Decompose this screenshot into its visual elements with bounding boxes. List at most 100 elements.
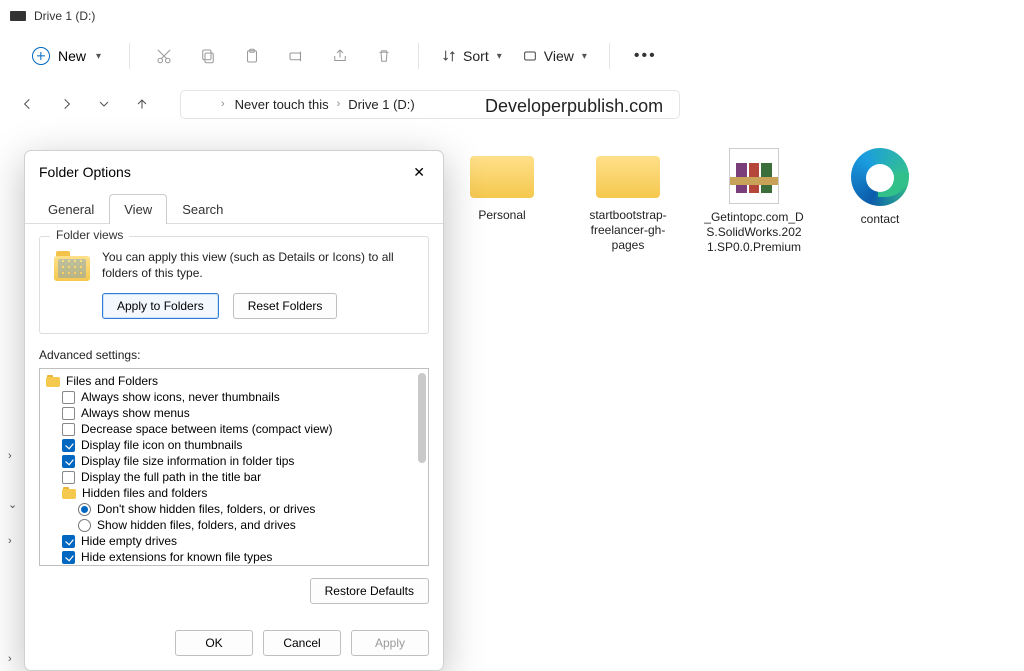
chevron-right-icon: › — [337, 98, 341, 110]
toolbar: New ▾ Sort ▾ View ▾ ••• — [0, 32, 1024, 80]
item-label: Personal — [452, 208, 552, 223]
option-always-menus[interactable]: Always show menus — [44, 405, 422, 421]
option-hide-merge-conflicts[interactable]: Hide folder merge conflicts — [44, 565, 422, 566]
titlebar: Drive 1 (D:) — [0, 0, 1024, 32]
cut-button[interactable] — [144, 38, 184, 74]
chevron-right-icon[interactable]: › — [8, 535, 17, 547]
tab-general[interactable]: General — [33, 194, 109, 224]
option-hide-extensions[interactable]: Hide extensions for known file types — [44, 549, 422, 565]
plus-icon — [32, 47, 50, 65]
sidebar-chevrons: › ⌄ › › — [8, 450, 17, 665]
close-button[interactable]: ✕ — [409, 161, 429, 183]
view-label: View — [544, 48, 574, 64]
new-button[interactable]: New ▾ — [18, 41, 115, 71]
radio-icon[interactable] — [78, 519, 91, 532]
item-label: _Getintopc.com_DS.SolidWorks.2021.SP0.0.… — [704, 210, 804, 255]
group-legend: Folder views — [50, 228, 129, 242]
view-button[interactable]: View ▾ — [514, 42, 595, 70]
breadcrumb: Never touch this › Drive 1 (D:) — [235, 97, 415, 112]
option-always-icons[interactable]: Always show icons, never thumbnails — [44, 389, 422, 405]
option-full-path-title[interactable]: Display the full path in the title bar — [44, 469, 422, 485]
folder-icon — [46, 375, 60, 387]
option-file-icon-thumb[interactable]: Display file icon on thumbnails — [44, 437, 422, 453]
dialog-tabs: General View Search — [25, 193, 443, 223]
checkbox-icon[interactable] — [62, 439, 75, 452]
breadcrumb-part[interactable]: Drive 1 (D:) — [348, 97, 414, 112]
folder-views-icon — [54, 251, 90, 281]
option-compact-view[interactable]: Decrease space between items (compact vi… — [44, 421, 422, 437]
restore-defaults-button[interactable]: Restore Defaults — [310, 578, 429, 604]
rename-button[interactable] — [276, 38, 316, 74]
ok-button[interactable]: OK — [175, 630, 253, 656]
scrollbar-thumb[interactable] — [418, 373, 426, 463]
radio-dont-show-hidden[interactable]: Don't show hidden files, folders, or dri… — [44, 501, 422, 517]
radio-icon[interactable] — [78, 503, 91, 516]
tree-label: Hidden files and folders — [82, 486, 207, 500]
paste-button[interactable] — [232, 38, 272, 74]
tab-search[interactable]: Search — [167, 194, 238, 224]
up-button[interactable] — [132, 94, 152, 114]
checkbox-icon[interactable] — [62, 423, 75, 436]
chevron-down-icon: ▾ — [582, 51, 587, 62]
chevron-right-icon[interactable]: › — [8, 450, 17, 462]
delete-button[interactable] — [364, 38, 404, 74]
folder-icon — [596, 148, 660, 198]
option-label: Hide empty drives — [81, 534, 177, 548]
dialog-body: Folder views You can apply this view (su… — [25, 223, 443, 618]
folder-item[interactable]: startbootstrap-freelancer-gh-pages — [578, 148, 678, 255]
folder-item[interactable]: Personal — [452, 148, 552, 255]
option-label: Display file size information in folder … — [81, 454, 294, 468]
chevron-down-icon[interactable]: ⌄ — [8, 498, 17, 511]
checkbox-icon[interactable] — [62, 391, 75, 404]
sort-button[interactable]: Sort ▾ — [433, 42, 510, 70]
apply-button[interactable]: Apply — [351, 630, 429, 656]
option-label: Decrease space between items (compact vi… — [81, 422, 332, 436]
tab-view[interactable]: View — [109, 194, 167, 224]
advanced-settings-list[interactable]: Files and Folders Always show icons, nev… — [39, 368, 429, 566]
option-file-size-tips[interactable]: Display file size information in folder … — [44, 453, 422, 469]
checkbox-icon[interactable] — [62, 471, 75, 484]
rar-icon — [729, 148, 779, 204]
sort-label: Sort — [463, 48, 489, 64]
drive-icon — [193, 99, 211, 109]
back-button[interactable] — [18, 94, 38, 114]
more-button[interactable]: ••• — [624, 47, 667, 65]
radio-show-hidden[interactable]: Show hidden files, folders, and drives — [44, 517, 422, 533]
window-title: Drive 1 (D:) — [34, 9, 95, 23]
chevron-right-icon[interactable]: › — [8, 653, 17, 665]
apply-to-folders-button[interactable]: Apply to Folders — [102, 293, 219, 319]
separator — [129, 43, 130, 69]
chevron-right-icon: › — [221, 98, 225, 110]
copy-button[interactable] — [188, 38, 228, 74]
shortcut-item[interactable]: contact — [830, 148, 930, 255]
tree-group: Files and Folders — [44, 373, 422, 389]
item-label: startbootstrap-freelancer-gh-pages — [578, 208, 678, 253]
checkbox-icon[interactable] — [62, 551, 75, 564]
option-label: Hide extensions for known file types — [81, 550, 272, 564]
separator — [418, 43, 419, 69]
cancel-button[interactable]: Cancel — [263, 630, 341, 656]
option-hide-empty-drives[interactable]: Hide empty drives — [44, 533, 422, 549]
folder-icon — [62, 487, 76, 499]
option-label: Don't show hidden files, folders, or dri… — [97, 502, 315, 516]
advanced-settings-label: Advanced settings: — [39, 348, 429, 362]
chevron-down-icon: ▾ — [497, 51, 502, 62]
share-button[interactable] — [320, 38, 360, 74]
archive-item[interactable]: _Getintopc.com_DS.SolidWorks.2021.SP0.0.… — [704, 148, 804, 255]
option-label: Always show menus — [81, 406, 190, 420]
edge-icon — [851, 148, 909, 206]
checkbox-icon[interactable] — [62, 407, 75, 420]
new-label: New — [58, 48, 86, 64]
option-label: Always show icons, never thumbnails — [81, 390, 280, 404]
recent-button[interactable] — [94, 94, 114, 114]
checkbox-icon[interactable] — [62, 535, 75, 548]
chevron-down-icon: ▾ — [96, 51, 101, 62]
forward-button[interactable] — [56, 94, 76, 114]
folder-icon — [470, 148, 534, 198]
folder-views-group: Folder views You can apply this view (su… — [39, 236, 429, 334]
checkbox-icon[interactable] — [62, 455, 75, 468]
breadcrumb-part[interactable]: Never touch this — [235, 97, 329, 112]
reset-folders-button[interactable]: Reset Folders — [233, 293, 338, 319]
folder-views-description: You can apply this view (such as Details… — [102, 249, 414, 281]
dialog-titlebar: Folder Options ✕ — [25, 151, 443, 193]
